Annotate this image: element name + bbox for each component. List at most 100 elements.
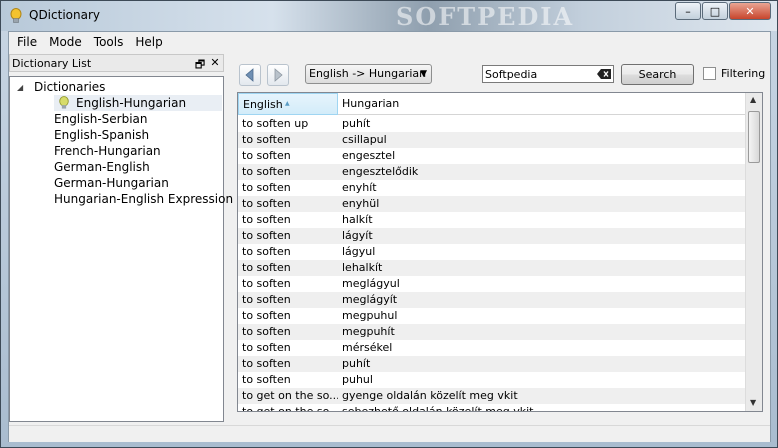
checkbox-box[interactable] <box>703 67 716 80</box>
cell-english: to soften <box>242 229 291 242</box>
tree-item-label: English-Hungarian <box>76 96 187 110</box>
search-input[interactable] <box>482 65 614 83</box>
column-hungarian-label: Hungarian <box>342 97 400 110</box>
tree-item-english-hungarian[interactable]: English-Hungarian <box>54 95 222 111</box>
table-row[interactable]: to soften meglágyít <box>238 292 746 308</box>
table-row[interactable]: to get on the so... sebezhető oldalán köz… <box>238 404 746 412</box>
tree-expander-icon[interactable]: ◢ <box>17 83 23 92</box>
cell-hungarian: meglágyul <box>342 277 400 290</box>
clear-text-icon[interactable] <box>596 68 612 80</box>
cell-hungarian: sebezhető oldalán közelít meg vkit <box>342 405 534 412</box>
cell-english: to soften up <box>242 117 309 130</box>
cell-english: to soften <box>242 245 291 258</box>
back-button[interactable] <box>239 64 261 86</box>
search-button[interactable]: Search <box>621 64 694 85</box>
menu-tools[interactable]: Tools <box>88 35 130 49</box>
dictionary-bulb-icon <box>59 96 69 109</box>
cell-hungarian: engesztelődik <box>342 165 419 178</box>
dictionary-bulb-icon <box>10 8 22 23</box>
scroll-up-icon[interactable]: ▲ <box>750 95 756 104</box>
table-row[interactable]: to soften lágyul <box>238 244 746 260</box>
filtering-label: Filtering <box>721 67 766 80</box>
back-arrow-icon <box>245 68 254 82</box>
dictionary-tree: ◢ Dictionaries English-Hungarian English… <box>9 76 233 422</box>
forward-button[interactable] <box>267 64 289 86</box>
tree-root-dictionaries[interactable]: Dictionaries <box>34 79 105 95</box>
search-toolbar: English -> Hungarian ▼ Search Filtering <box>235 62 772 88</box>
window-title: QDictionary <box>29 8 100 22</box>
cell-hungarian: meglágyít <box>342 293 398 306</box>
table-row[interactable]: to soften mérsékel <box>238 340 746 356</box>
cell-hungarian: enyhít <box>342 181 377 194</box>
cell-hungarian: enyhül <box>342 197 380 210</box>
table-row[interactable]: to soften megpuhít <box>238 324 746 340</box>
menu-help[interactable]: Help <box>129 35 168 49</box>
direction-value: English -> Hungarian <box>309 67 427 80</box>
table-row[interactable]: to soften halkít <box>238 212 746 228</box>
chevron-down-icon: ▼ <box>420 69 427 79</box>
minimize-button[interactable]: – <box>675 2 701 20</box>
cell-english: to get on the so... <box>242 389 338 402</box>
cell-english: to soften <box>242 325 291 338</box>
table-row[interactable]: to soften puhul <box>238 372 746 388</box>
table-row[interactable]: to soften lehalkít <box>238 260 746 276</box>
tree-item-hungarian-english-expression[interactable]: Hungarian-English Expression <box>54 191 233 207</box>
forward-arrow-icon <box>274 68 283 82</box>
column-english-label: English <box>243 98 283 111</box>
dictionary-list-dock: Dictionary List 🗗 ✕ ◢ Dictionaries Engli… <box>9 54 233 422</box>
table-row[interactable]: to soften puhít <box>238 356 746 372</box>
filtering-checkbox[interactable]: Filtering <box>703 67 765 80</box>
cell-english: to soften <box>242 149 291 162</box>
table-row[interactable]: to soften enyhít <box>238 180 746 196</box>
dock-close-button[interactable]: ✕ <box>208 56 222 69</box>
cell-english: to soften <box>242 309 291 322</box>
table-row[interactable]: to soften lágyít <box>238 228 746 244</box>
dock-float-button[interactable]: 🗗 <box>193 56 207 75</box>
tree-item-german-english[interactable]: German-English <box>54 159 150 175</box>
cell-hungarian: megpuhít <box>342 325 395 338</box>
cell-hungarian: puhul <box>342 373 373 386</box>
maximize-button[interactable]: □ <box>702 2 728 20</box>
cell-english: to soften <box>242 261 291 274</box>
cell-hungarian: gyenge oldalán közelít meg vkit <box>342 389 518 402</box>
menu-file[interactable]: File <box>11 35 43 49</box>
table-row[interactable]: to soften enyhül <box>238 196 746 212</box>
table-row[interactable]: to soften up puhít <box>238 116 746 132</box>
app-window: QDictionary SOFTPEDIA – □ ✕ File Mode To… <box>0 0 778 448</box>
table-row[interactable]: to get on the so... gyenge oldalán közelí… <box>238 388 746 404</box>
tree-item-french-hungarian[interactable]: French-Hungarian <box>54 143 161 159</box>
tree-item-german-hungarian[interactable]: German-Hungarian <box>54 175 169 191</box>
column-hungarian[interactable]: Hungarian <box>338 93 746 115</box>
table-row[interactable]: to soften csillapul <box>238 132 746 148</box>
table-row[interactable]: to soften megpuhul <box>238 308 746 324</box>
scroll-down-icon[interactable]: ▼ <box>750 398 756 407</box>
direction-select[interactable]: English -> Hungarian ▼ <box>305 64 432 84</box>
cell-hungarian: mérsékel <box>342 341 393 354</box>
scroll-thumb[interactable] <box>748 111 760 163</box>
table-row[interactable]: to soften engesztelődik <box>238 164 746 180</box>
cell-english: to get on the so... <box>242 405 338 412</box>
status-bar <box>9 425 770 442</box>
dock-title: Dictionary List <box>12 56 92 70</box>
dock-title-bar: Dictionary List 🗗 ✕ <box>9 54 224 72</box>
cell-hungarian: engesztel <box>342 149 396 162</box>
tree-item-english-serbian[interactable]: English-Serbian <box>54 111 148 127</box>
cell-hungarian: lágyul <box>342 245 376 258</box>
cell-english: to soften <box>242 181 291 194</box>
cell-english: to soften <box>242 165 291 178</box>
cell-english: to soften <box>242 197 291 210</box>
table-row[interactable]: to soften engesztel <box>238 148 746 164</box>
menu-mode[interactable]: Mode <box>43 35 88 49</box>
client-area: File Mode Tools Help Dictionary List 🗗 ✕… <box>8 31 771 442</box>
tree-item-english-spanish[interactable]: English-Spanish <box>54 127 149 143</box>
vertical-scrollbar[interactable]: ▲ ▼ <box>745 93 762 411</box>
column-english[interactable]: ▲ English <box>238 93 338 115</box>
table-row[interactable]: to soften meglágyul <box>238 276 746 292</box>
close-button[interactable]: ✕ <box>729 2 771 20</box>
cell-english: to soften <box>242 133 291 146</box>
cell-english: to soften <box>242 341 291 354</box>
cell-hungarian: halkít <box>342 213 373 226</box>
results-table: ▲ English Hungarian to soften up puhít to … <box>237 92 763 412</box>
title-bar[interactable]: QDictionary SOFTPEDIA – □ ✕ <box>1 1 777 31</box>
cell-english: to soften <box>242 213 291 226</box>
